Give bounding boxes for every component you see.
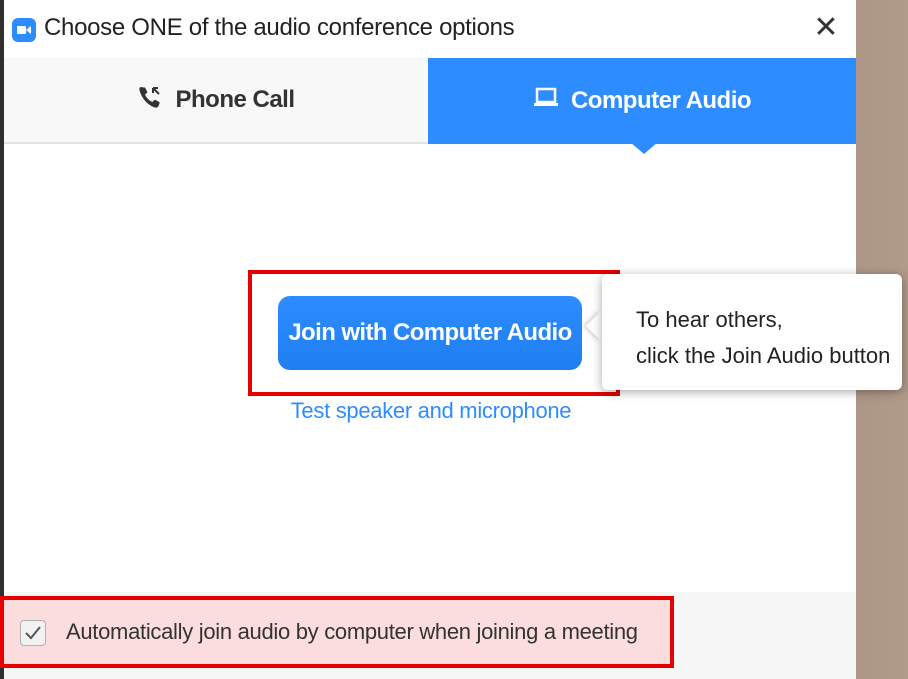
join-computer-audio-button[interactable]: Join with Computer Audio [278,296,582,370]
close-button[interactable]: ✕ [808,10,844,46]
tab-computer-audio-label: Computer Audio [570,87,752,114]
tooltip-line-2: click the Join Audio button [636,343,891,368]
tab-computer-audio[interactable]: Computer Audio [428,58,856,144]
laptop-icon [533,87,559,116]
selected-tab-pointer [630,142,658,154]
dialog-title: Choose ONE of the audio conference optio… [44,14,515,41]
tooltip-line-1: To hear others, [636,307,783,332]
title-bar: Choose ONE of the audio conference optio… [4,0,856,58]
zoom-app-icon [12,18,36,42]
phone-icon [137,84,163,117]
auto-join-label: Automatically join audio by computer whe… [66,619,638,644]
checkmark-icon [25,626,41,640]
auto-join-checkbox[interactable] [20,620,46,646]
test-speaker-microphone-link[interactable]: Test speaker and microphone [250,398,612,424]
join-audio-tooltip: To hear others, click the Join Audio but… [602,274,902,390]
tab-phone-call-label: Phone Call [175,86,295,113]
tab-phone-call[interactable]: Phone Call [4,58,428,144]
